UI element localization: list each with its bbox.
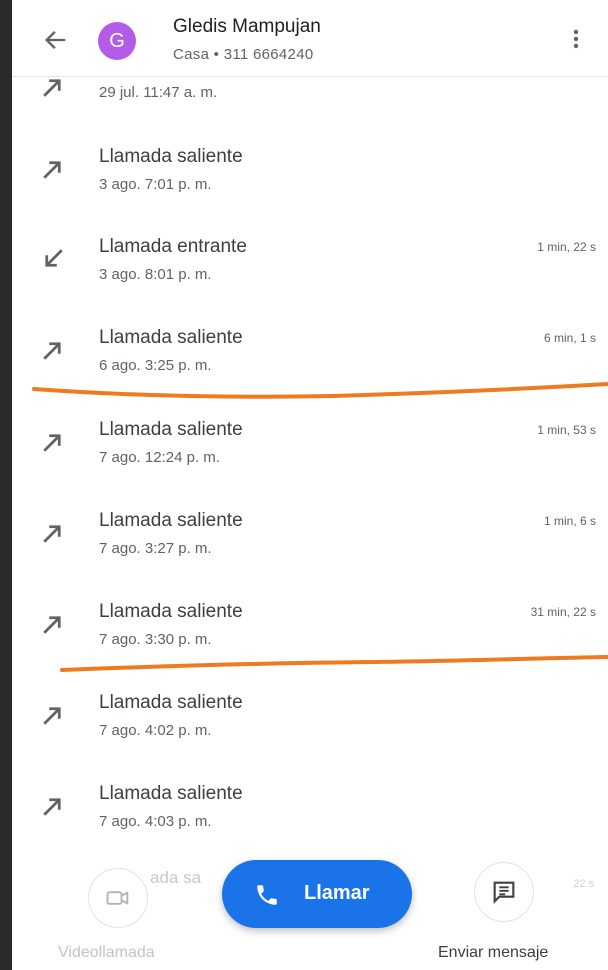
contact-phone-label: Casa • 311 6664240 — [173, 46, 314, 63]
call-type: Llamada saliente — [99, 146, 243, 167]
phone-icon — [257, 885, 277, 905]
contact-header: G Gledis Mampujan Casa • 311 6664240 — [12, 0, 608, 77]
call-entry[interactable]: Llamada entrante 3 ago. 8:01 p. m. 1 min… — [12, 224, 608, 310]
outgoing-call-arrow-icon — [43, 342, 61, 360]
call-time: 7 ago. 3:30 p. m. — [99, 631, 212, 648]
more-options-icon[interactable] — [564, 24, 588, 54]
call-type: Llamada saliente — [99, 327, 243, 348]
outgoing-call-arrow-icon — [43, 434, 61, 452]
outgoing-call-arrow-icon — [43, 161, 61, 179]
call-time: 7 ago. 12:24 p. m. — [99, 449, 220, 466]
call-duration: 6 min, 1 s — [543, 331, 596, 345]
call-duration: 1 min, 6 s — [543, 514, 596, 528]
message-icon — [493, 881, 515, 904]
call-entry[interactable]: Llamada saliente 7 ago. 12:24 p. m. 1 mi… — [12, 407, 608, 493]
incoming-call-arrow-icon — [45, 249, 63, 267]
call-time: 3 ago. 7:01 p. m. — [99, 176, 212, 193]
send-message-label: Enviar mensaje — [438, 944, 549, 961]
avatar[interactable]: G — [98, 22, 136, 60]
call-type: Llamada entrante — [99, 236, 247, 257]
faded-call-entry-duration: 22 s — [573, 878, 594, 890]
outgoing-call-arrow-icon — [43, 616, 61, 634]
call-time: 7 ago. 3:27 p. m. — [99, 540, 212, 557]
call-entry[interactable]: Llamada saliente 7 ago. 4:02 p. m. — [12, 680, 608, 766]
call-entry[interactable]: Llamada saliente 7 ago. 3:27 p. m. 1 min… — [12, 498, 608, 584]
call-time: 6 ago. 3:25 p. m. — [99, 357, 212, 374]
call-time: 3 ago. 8:01 p. m. — [99, 266, 212, 283]
call-time: 29 jul. 11:47 a. m. — [99, 84, 218, 101]
call-entry[interactable]: Llamada saliente 3 ago. 7:01 p. m. — [12, 134, 608, 220]
call-type: Llamada saliente — [99, 783, 243, 804]
call-time: 7 ago. 4:03 p. m. — [99, 813, 212, 830]
contact-name: Gledis Mampujan — [173, 16, 321, 37]
action-bar: ada sa 22 s Llamar Videollamada Enviar m… — [12, 840, 608, 970]
video-call-label: Videollamada — [58, 944, 155, 961]
call-time: 7 ago. 4:02 p. m. — [99, 722, 212, 739]
call-duration: 1 min, 53 s — [537, 423, 596, 437]
back-arrow-icon[interactable] — [42, 26, 70, 54]
phone-screen: 29 jul. 11:47 a. m. Llamada saliente 3 a… — [12, 0, 608, 970]
call-history-list[interactable]: 29 jul. 11:47 a. m. Llamada saliente 3 a… — [12, 0, 608, 970]
video-camera-icon — [106, 891, 129, 905]
call-type: Llamada saliente — [99, 419, 243, 440]
call-duration: 31 min, 22 s — [530, 605, 596, 619]
call-entry[interactable]: Llamada saliente 7 ago. 3:30 p. m. 31 mi… — [12, 589, 608, 675]
outgoing-call-arrow-icon — [43, 798, 61, 816]
video-call-button[interactable] — [88, 868, 148, 928]
send-message-button[interactable] — [474, 862, 534, 922]
call-type: Llamada saliente — [99, 510, 243, 531]
call-type: Llamada saliente — [99, 692, 243, 713]
call-button[interactable]: Llamar — [222, 860, 412, 928]
outgoing-call-arrow-icon — [43, 707, 61, 725]
call-type: Llamada saliente — [99, 601, 243, 622]
outgoing-call-arrow-icon — [43, 525, 61, 543]
faded-call-entry-text: ada sa — [150, 868, 202, 887]
call-button-label: Llamar — [304, 882, 370, 904]
call-duration: 1 min, 22 s — [537, 240, 596, 254]
call-entry[interactable]: Llamada saliente 6 ago. 3:25 p. m. 6 min… — [12, 315, 608, 401]
